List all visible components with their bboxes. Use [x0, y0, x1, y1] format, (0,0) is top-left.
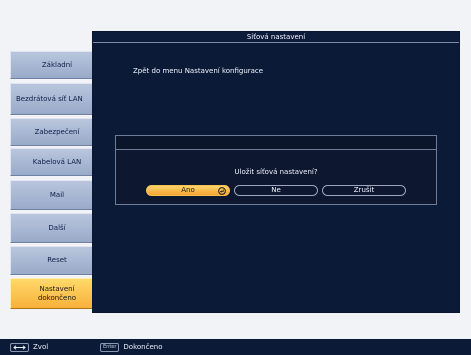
sidebar-item-label: Další: [48, 223, 66, 232]
sidebar-item-mail[interactable]: Mail: [10, 180, 104, 210]
dialog-question: Uložit síťová nastavení?: [234, 168, 318, 176]
sidebar-item-zakladni[interactable]: Základní: [10, 51, 104, 79]
sidebar-item-nastaveni-dokonceno[interactable]: Nastavení dokončeno: [10, 278, 104, 309]
sidebar-item-label: Zabezpečení: [34, 127, 80, 136]
sidebar-item-zabezpeceni[interactable]: Zabezpečení: [10, 118, 104, 146]
save-confirm-dialog: Uložit síťová nastavení? Ano Ne Zrušit: [115, 135, 437, 205]
sidebar-item-label: Nastavení dokončeno: [37, 285, 77, 302]
sidebar-item-label: Základní: [41, 60, 73, 69]
select-hint: Zvol: [10, 339, 48, 355]
sidebar-item-reset[interactable]: Reset: [10, 246, 104, 275]
enter-icon: [218, 187, 226, 195]
sidebar-item-label: Kabelová LAN: [32, 157, 82, 166]
cancel-button[interactable]: Zrušit: [322, 185, 406, 196]
sidebar-item-label: Bezdrátová síť LAN: [16, 94, 83, 103]
sidebar-item-kabelova-lan[interactable]: Kabelová LAN: [10, 148, 104, 176]
panel-title: Síťová nastavení: [93, 32, 459, 43]
dialog-titlebar: [116, 136, 436, 150]
enter-hint: Enter Dokončeno: [100, 339, 163, 355]
hint-bar: Zvol Enter Dokončeno: [0, 339, 471, 355]
left-right-arrow-icon: [10, 342, 29, 352]
no-button[interactable]: Ne: [234, 185, 318, 196]
sidebar-item-bezdratova-lan[interactable]: Bezdrátová síť LAN: [10, 83, 104, 115]
sidebar-item-label: Mail: [49, 190, 65, 199]
settings-window: Základní Bezdrátová síť LAN Zabezpečení …: [0, 0, 471, 339]
enter-key-icon: Enter: [100, 342, 120, 352]
no-button-label: Ne: [271, 186, 281, 194]
select-hint-label: Zvol: [33, 343, 49, 351]
enter-hint-label: Dokončeno: [123, 343, 163, 351]
yes-button-label: Ano: [181, 186, 195, 194]
back-to-config-menu-link[interactable]: Zpět do menu Nastavení konfigurace: [133, 67, 263, 75]
yes-button[interactable]: Ano: [146, 185, 230, 196]
cancel-button-label: Zrušit: [353, 186, 375, 194]
sidebar-item-label: Reset: [47, 256, 67, 265]
sidebar-item-dalsi[interactable]: Další: [10, 213, 104, 243]
